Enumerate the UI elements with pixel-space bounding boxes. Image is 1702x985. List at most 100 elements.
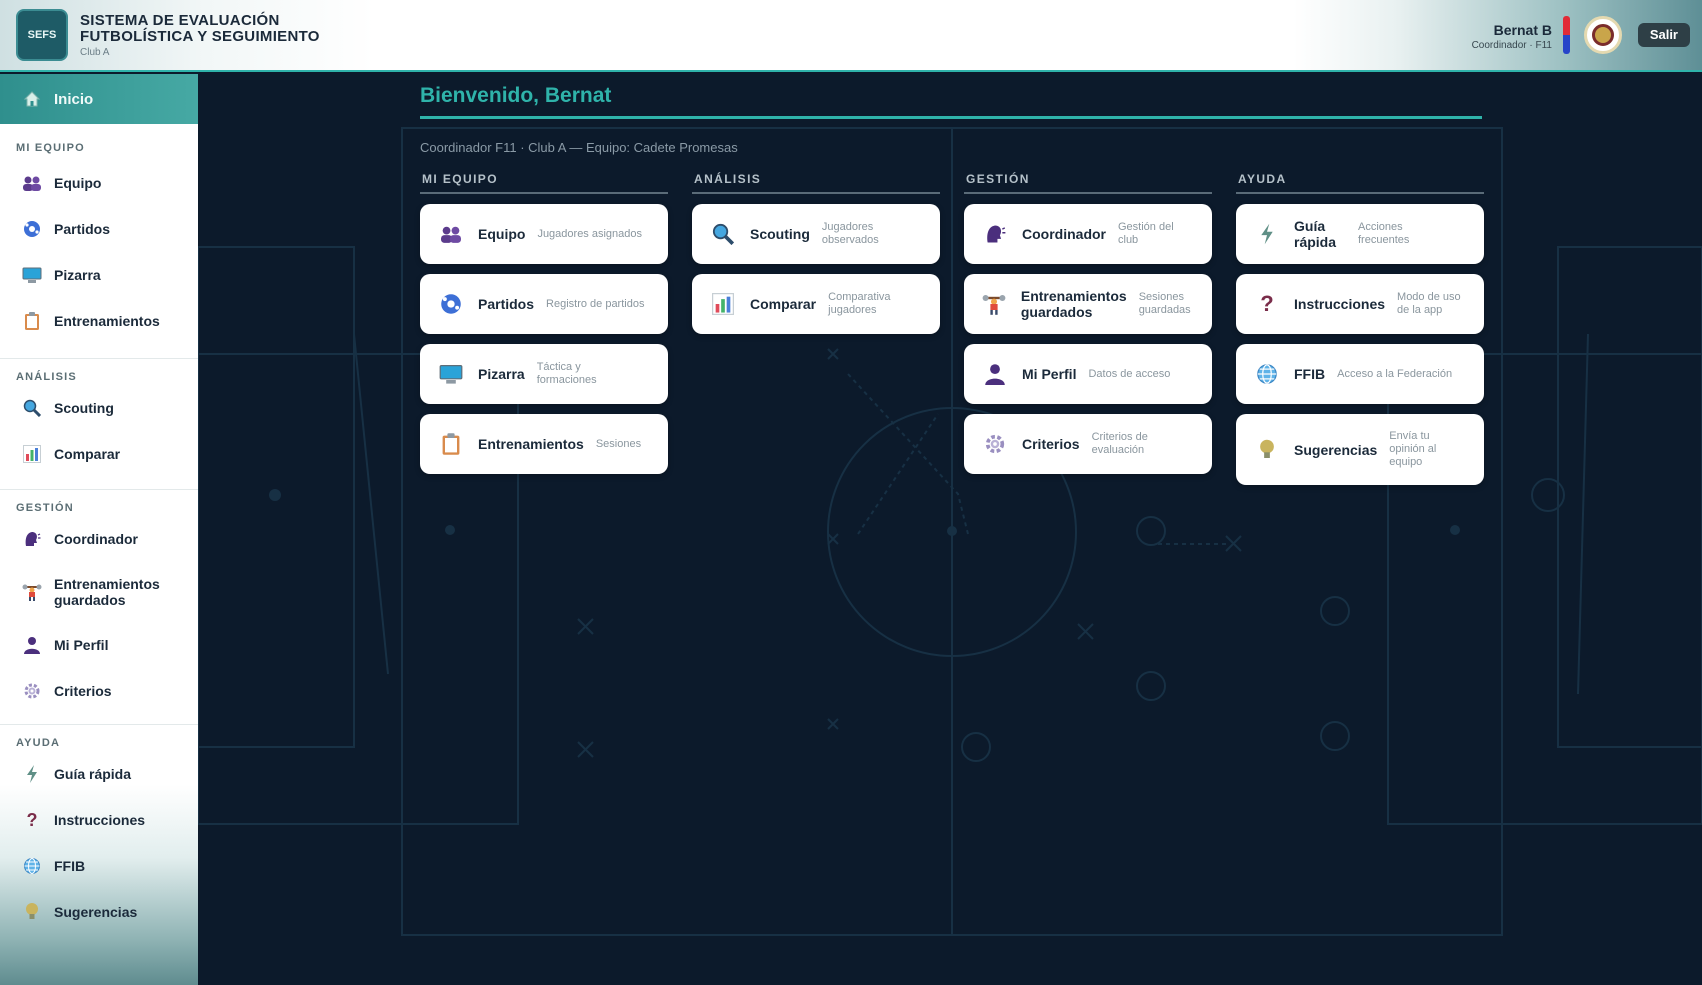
card-guia-rapida[interactable]: Guía rápida Acciones frecuentes (1236, 204, 1484, 264)
column-mi-equipo: MI EQUIPO Equipo Jugadores asignados Par… (420, 172, 668, 484)
sidebar-item-criterios[interactable]: Criterios (0, 668, 198, 714)
bar-chart-icon (22, 444, 42, 464)
magnifier-icon (710, 221, 736, 247)
lightbulb-icon (22, 902, 42, 922)
person-silhouette-icon (982, 361, 1008, 387)
club-crest-icon (1584, 16, 1622, 54)
magnifier-icon (22, 398, 42, 418)
page-subtitle: Coordinador F11 · Club A — Equipo: Cadet… (420, 140, 738, 155)
card-instrucciones[interactable]: ? Instrucciones Modo de uso de la app (1236, 274, 1484, 334)
sidebar-section-mi-equipo: MI EQUIPO (16, 142, 85, 154)
card-equipo[interactable]: Equipo Jugadores asignados (420, 204, 668, 264)
sidebar-item-equipo[interactable]: Equipo (0, 160, 198, 206)
sidebar-item-label: Instrucciones (54, 812, 146, 828)
card-description: Gestión del club (1118, 221, 1174, 246)
lightning-icon (1254, 221, 1280, 247)
card-scouting[interactable]: Scouting Jugadores observados (692, 204, 940, 264)
sidebar-item-sugerencias[interactable]: Sugerencias (0, 889, 198, 935)
sidebar-item-label: Sugerencias (54, 904, 138, 920)
card-entrenamientos-guardados[interactable]: Entrenamientos guardados Sesiones guarda… (964, 274, 1212, 334)
monitor-icon (22, 265, 42, 285)
sidebar-item-label: Inicio (54, 90, 94, 108)
sidebar-item-comparar[interactable]: Comparar (0, 431, 198, 477)
sidebar-item-entrenamientos-guardados[interactable]: Entrenamientos guardados (0, 562, 198, 622)
sidebar-section-gestion: GESTIÓN (16, 502, 74, 514)
card-criterios[interactable]: Criterios Criterios de evaluación (964, 414, 1212, 474)
card-description: Modo de uso de la app (1397, 291, 1461, 316)
gear-icon (22, 681, 42, 701)
card-title: Sugerencias (1294, 441, 1378, 458)
weightlifter-icon (22, 582, 42, 602)
lightning-icon (22, 764, 42, 784)
card-title: Comparar (750, 296, 817, 312)
person-silhouette-icon (22, 635, 42, 655)
card-comparar[interactable]: Comparar Comparativa jugadores (692, 274, 940, 334)
sidebar-item-ffib[interactable]: FFIB (0, 843, 198, 889)
sidebar-item-inicio[interactable]: Inicio (0, 74, 198, 124)
column-ayuda: AYUDA Guía rápida Acciones frecuentes ? … (1236, 172, 1484, 495)
sidebar-item-label: Mi Perfil (54, 637, 109, 653)
card-title: Mi Perfil (1022, 366, 1077, 382)
club-name: Club A (80, 47, 110, 58)
card-entrenamientos[interactable]: Entrenamientos Sesiones (420, 414, 668, 474)
column-title: ANÁLISIS (692, 172, 940, 194)
logout-button[interactable]: Salir (1637, 23, 1690, 47)
app-logo[interactable]: SEFS (16, 9, 68, 61)
soccer-ball-icon (22, 219, 42, 239)
card-ffib[interactable]: FFIB Acceso a la Federación (1236, 344, 1484, 404)
card-description: Comparativa jugadores (828, 291, 891, 316)
monitor-icon (438, 361, 464, 387)
question-mark-icon: ? (26, 810, 38, 830)
sidebar-item-instrucciones[interactable]: ? Instrucciones (0, 797, 198, 843)
column-gestion: GESTIÓN Coordinador Gestión del club Ent… (964, 172, 1212, 484)
sidebar-item-label: Comparar (54, 446, 121, 462)
column-title: MI EQUIPO (420, 172, 668, 194)
sidebar-item-partidos[interactable]: Partidos (0, 206, 198, 252)
user-name: Bernat B (1493, 22, 1552, 38)
card-sugerencias[interactable]: Sugerencias Envía tu opinión al equipo (1236, 414, 1484, 485)
card-title: Coordinador (1022, 226, 1106, 242)
speaking-head-icon (22, 529, 42, 549)
card-pizarra[interactable]: Pizarra Táctica y formaciones (420, 344, 668, 404)
user-info: Bernat B Coordinador · F11 (1472, 22, 1552, 51)
app-header: SEFS SISTEMA DE EVALUACIÓN FUTBOLÍSTICA … (0, 0, 1702, 72)
bar-chart-icon (710, 291, 736, 317)
question-mark-icon: ? (1260, 291, 1274, 316)
logo-text: SEFS (27, 29, 57, 41)
card-title: Guía rápida (1294, 218, 1337, 250)
sidebar-item-label: Entrenamientos guardados (54, 576, 160, 608)
sidebar-item-guia-rapida[interactable]: Guía rápida (0, 751, 198, 797)
sidebar-item-entrenamientos[interactable]: Entrenamientos (0, 298, 198, 344)
sidebar-item-label: Partidos (54, 221, 111, 237)
brand: SISTEMA DE EVALUACIÓN FUTBOLÍSTICA Y SEG… (80, 13, 340, 59)
card-coordinador[interactable]: Coordinador Gestión del club (964, 204, 1212, 264)
globe-icon (1254, 361, 1280, 387)
globe-icon (22, 856, 42, 876)
card-description: Acciones frecuentes (1358, 221, 1410, 246)
card-description: Criterios de evaluación (1091, 431, 1148, 456)
sidebar-item-pizarra[interactable]: Pizarra (0, 252, 198, 298)
card-description: Sesiones guardadas (1138, 291, 1191, 316)
sidebar-item-scouting[interactable]: Scouting (0, 385, 198, 431)
people-icon (22, 173, 42, 193)
user-role: Coordinador · F11 (1471, 40, 1552, 51)
sidebar-item-mi-perfil[interactable]: Mi Perfil (0, 622, 198, 668)
club-colors-flag (1563, 16, 1570, 54)
card-description: Táctica y formaciones (536, 361, 597, 386)
sidebar-item-label: Pizarra (54, 267, 101, 283)
card-mi-perfil[interactable]: Mi Perfil Datos de acceso (964, 344, 1212, 404)
house-icon (22, 89, 42, 109)
speaking-head-icon (982, 221, 1008, 247)
card-description: Envía tu opinión al equipo (1389, 430, 1437, 468)
card-partidos[interactable]: Partidos Registro de partidos (420, 274, 668, 334)
sidebar-item-coordinador[interactable]: Coordinador (0, 516, 198, 562)
people-icon (438, 221, 464, 247)
card-title: Entrenamientos (478, 436, 584, 452)
card-title: FFIB (1294, 366, 1326, 382)
sidebar-item-label: Guía rápida (54, 766, 132, 782)
gear-icon (982, 431, 1008, 457)
sidebar-section-analisis: ANÁLISIS (16, 371, 77, 383)
clipboard-icon (438, 431, 464, 457)
sidebar-section-ayuda: AYUDA (16, 737, 61, 749)
column-title: AYUDA (1236, 172, 1484, 194)
